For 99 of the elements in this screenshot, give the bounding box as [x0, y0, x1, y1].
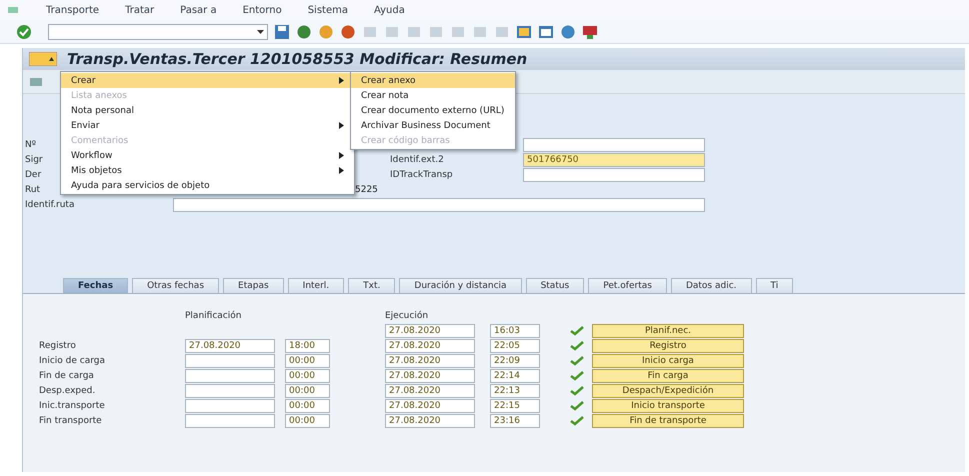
status-button[interactable]: Registro: [592, 338, 744, 352]
window-title: Transp.Ventas.Tercer 1201058553 Modificar: Resumen: [67, 50, 528, 68]
time-field[interactable]: 00:00: [285, 398, 330, 412]
row-label: Desp.exped.: [39, 386, 96, 396]
checkmark-icon: [570, 416, 584, 426]
time-field[interactable]: 22:13: [490, 384, 540, 398]
input-field[interactable]: 501766750: [523, 153, 705, 167]
checkmark-icon: [570, 400, 584, 410]
field-value: 5225: [355, 185, 378, 195]
status-button[interactable]: Fin de transporte: [592, 414, 744, 428]
field-label: IDTrackTransp: [390, 170, 453, 180]
checkmark-icon: [570, 386, 584, 396]
tab[interactable]: Status: [526, 278, 584, 293]
tab[interactable]: Duración y distancia: [399, 278, 522, 293]
command-field[interactable]: [48, 24, 268, 40]
time-field[interactable]: 22:09: [490, 354, 540, 368]
menu-item[interactable]: Mis objetos: [61, 163, 354, 178]
menu-item[interactable]: Tratar: [125, 4, 154, 16]
tab[interactable]: Datos adic.: [670, 278, 752, 293]
menu-item[interactable]: Crear documento externo (URL): [351, 103, 515, 118]
time-field[interactable]: 00:00: [285, 414, 330, 428]
row-label: Registro: [39, 340, 77, 350]
status-button[interactable]: Inicio transporte: [592, 398, 744, 412]
date-field[interactable]: 27.08.2020: [385, 324, 475, 338]
save-icon[interactable]: [274, 24, 290, 40]
date-field[interactable]: 27.08.2020: [385, 368, 475, 382]
time-field[interactable]: 00:00: [285, 368, 330, 382]
date-field[interactable]: [185, 354, 275, 368]
checkmark-icon: [570, 340, 584, 350]
menu-item[interactable]: Archivar Business Document: [351, 118, 515, 133]
tab[interactable]: Pet.ofertas: [588, 278, 667, 293]
field-label: Nº: [25, 140, 36, 150]
status-button[interactable]: Inicio carga: [592, 354, 744, 368]
menu-item[interactable]: Nota personal: [61, 103, 354, 118]
time-field[interactable]: 22:14: [490, 368, 540, 382]
field-label: Sigr: [25, 155, 43, 165]
tab[interactable]: Txt.: [348, 278, 396, 293]
submenu-arrow-icon: [339, 167, 344, 174]
row-label: Inic.transporte: [39, 400, 106, 410]
row-label: Fin de carga: [39, 370, 95, 380]
field-label: Rut: [25, 185, 40, 195]
tab[interactable]: Fechas: [63, 278, 128, 293]
field-label: Identif.ruta: [25, 200, 74, 210]
menu-icon[interactable]: [29, 52, 57, 66]
time-field[interactable]: 22:05: [490, 338, 540, 352]
window-icon[interactable]: [538, 24, 554, 40]
date-field[interactable]: [185, 384, 275, 398]
status-button[interactable]: Planif.nec.: [592, 324, 744, 338]
row-label: Inicio de carga: [39, 356, 106, 366]
tab[interactable]: Interl.: [288, 278, 344, 293]
input-field[interactable]: [173, 198, 705, 212]
toolbar-icon[interactable]: [29, 76, 45, 88]
status-button[interactable]: Despach/Expedición: [592, 384, 744, 398]
date-field[interactable]: [185, 414, 275, 428]
menu-item[interactable]: Sistema: [308, 4, 348, 16]
menu-item[interactable]: Ayuda: [374, 4, 405, 16]
column-header: Ejecución: [385, 310, 430, 320]
tab[interactable]: Etapas: [223, 278, 284, 293]
menu-item[interactable]: Crear nota: [351, 88, 515, 103]
menu-item[interactable]: Transporte: [46, 4, 100, 16]
column-header: Planificación: [185, 310, 242, 320]
menu-item[interactable]: Pasar a: [180, 4, 217, 16]
date-field[interactable]: 27.08.2020: [385, 354, 475, 368]
time-field[interactable]: 00:00: [285, 354, 330, 368]
menu-item[interactable]: Ayuda para servicios de objeto: [61, 178, 354, 193]
menu-item[interactable]: Entorno: [242, 4, 282, 16]
submenu-arrow-icon: [339, 122, 344, 129]
input-field[interactable]: [523, 168, 705, 182]
checkmark-icon: [570, 356, 584, 366]
date-field[interactable]: 27.08.2020: [385, 414, 475, 428]
tab[interactable]: Otras fechas: [132, 278, 220, 293]
time-field[interactable]: 22:15: [490, 398, 540, 412]
date-field[interactable]: 27.08.2020: [385, 338, 475, 352]
dropdown-icon: [257, 30, 264, 34]
menu-item[interactable]: Crear anexo: [351, 73, 515, 88]
row-label: Fin transporte: [39, 416, 103, 426]
submenu-arrow-icon: [339, 152, 344, 159]
checkmark-icon: [570, 370, 584, 380]
tab[interactable]: Ti: [756, 278, 794, 293]
time-field[interactable]: 18:00: [285, 338, 330, 352]
date-field[interactable]: [185, 368, 275, 382]
date-field[interactable]: 27.08.2020: [385, 384, 475, 398]
input-field[interactable]: [523, 138, 705, 152]
time-field[interactable]: 23:16: [490, 414, 540, 428]
time-field[interactable]: 16:03: [490, 324, 540, 338]
date-field[interactable]: [185, 398, 275, 412]
field-label: Identif.ext.2: [390, 155, 444, 165]
enter-check-icon[interactable]: [16, 24, 32, 40]
date-field[interactable]: 27.08.2020: [385, 398, 475, 412]
menu-item[interactable]: Enviar: [61, 118, 354, 133]
field-label: Der: [25, 170, 42, 180]
checkmark-icon: [570, 326, 584, 336]
time-field[interactable]: 00:00: [285, 384, 330, 398]
status-button[interactable]: Fin carga: [592, 368, 744, 382]
monitor-icon[interactable]: [582, 24, 598, 40]
submenu-arrow-icon: [339, 77, 344, 84]
date-field[interactable]: 27.08.2020: [185, 338, 275, 352]
layout-icon[interactable]: [516, 24, 532, 40]
menu-item[interactable]: Workflow: [61, 148, 354, 163]
